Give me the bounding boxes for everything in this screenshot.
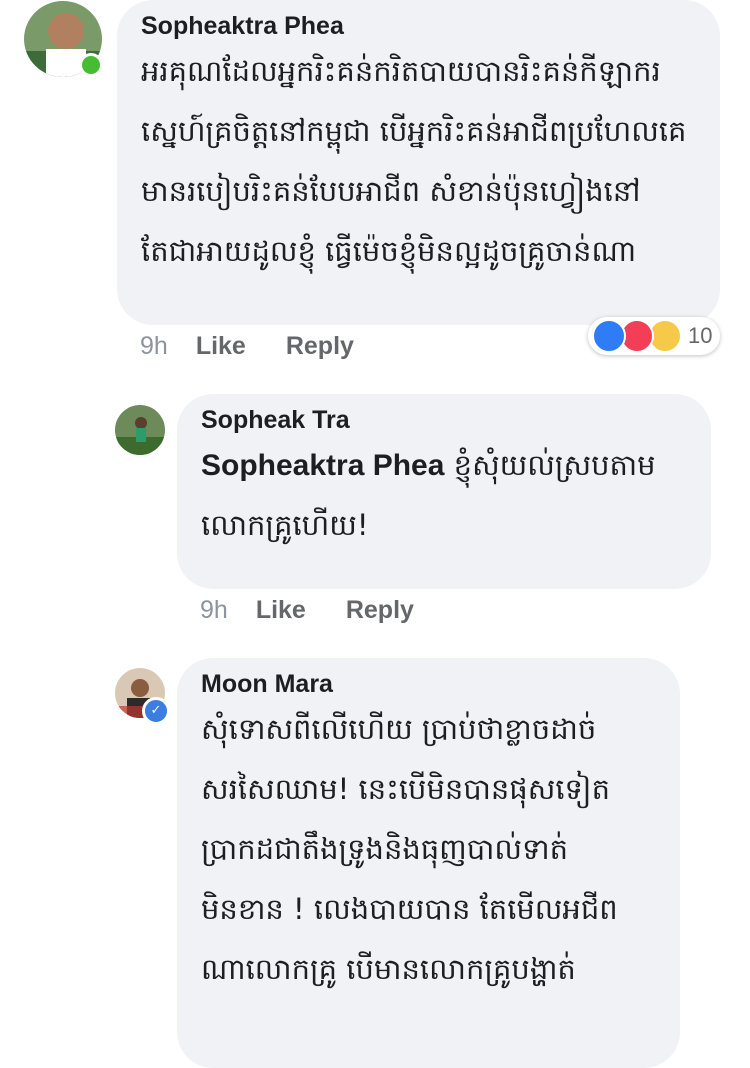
comment-line: មិនខាន ! លេងបាយបាន តែមើលអជីព (201, 892, 618, 926)
comment-line: ណាលោកគ្រូ បើមានលោកគ្រូបង្ហាត់ (201, 952, 576, 986)
comment-line: តែជាអាយដូលខ្ញុំ ធ្វើម៉េចខ្ញុំមិនល្អដូចគ្… (141, 234, 637, 268)
comment-author-name[interactable]: Moon Mara (201, 670, 656, 699)
online-status-indicator (79, 53, 103, 77)
reply-bubble: Sopheak Tra Sopheaktra Phea ខ្ញុំសុំយល់ស… (177, 394, 711, 589)
reply-button[interactable]: Reply (346, 596, 414, 625)
reply-button[interactable]: Reply (286, 332, 354, 361)
comment-line: ស្នេហ៍គ្រចិត្តនៅកម្ពុជា បើអ្នករិះគន់អាជី… (141, 114, 687, 148)
mention-link[interactable]: Sopheaktra Phea (201, 449, 444, 482)
comment-line: សុំទោសពីលើហើយ ប្រាប់ថាខ្លាចដាច់ (201, 712, 597, 746)
comment-line: មានរបៀបរិះគន់បែបអាជីព សំខាន់ប៉ុនហ្វៀងនៅ (141, 174, 641, 208)
comment-text: សុំទោសពីលើហើយ ប្រាប់ថាខ្លាចដាច់ សរសៃឈាម!… (201, 699, 656, 999)
comment-actions: 9h Like Reply (200, 596, 454, 625)
comment-time[interactable]: 9h (140, 332, 168, 361)
comment-actions: 9h Like Reply (140, 332, 394, 361)
comment-line-text: ខ្ញុំសុំយល់ស្របតាម (453, 448, 656, 482)
comment-line: ប្រាកដជាតឹងទ្រូងនិងធុញបាល់ទាត់ (201, 832, 569, 866)
comment-time[interactable]: 9h (200, 596, 228, 625)
reactions-summary[interactable]: 10 (588, 317, 721, 355)
avatar-sopheak-tra[interactable] (115, 405, 165, 455)
like-button[interactable]: Like (256, 596, 306, 625)
comment-line: Sopheaktra Phea ខ្ញុំសុំយល់ស្របតាម (201, 435, 687, 495)
comment-line: លោកគ្រូហើយ! (201, 508, 369, 542)
reaction-count: 10 (688, 323, 713, 348)
comment-author-name[interactable]: Sopheak Tra (201, 406, 687, 435)
comment-line: អរគុណដែលអ្នករិះគន់ករិតបាយបានរិះគន់កីឡាករ (141, 54, 661, 88)
verified-badge-icon: ✓ (142, 697, 170, 725)
comment-line: សរសៃឈាម! នេះបើមិនបានផុសទៀត (201, 772, 610, 806)
like-button[interactable]: Like (196, 332, 246, 361)
comment-text: អរគុណដែលអ្នករិះគន់ករិតបាយបានរិះគន់កីឡាករ… (141, 41, 696, 281)
comment-author-name[interactable]: Sopheaktra Phea (141, 12, 696, 41)
reply-bubble: Moon Mara សុំទោសពីលើហើយ ប្រាប់ថាខ្លាចដាច… (177, 658, 680, 1068)
like-icon (592, 319, 626, 353)
comment-text: Sopheaktra Phea ខ្ញុំសុំយល់ស្របតាម លោកគ្… (201, 435, 687, 555)
comment-bubble: Sopheaktra Phea អរគុណដែលអ្នករិះគន់ករិតបា… (117, 0, 720, 325)
